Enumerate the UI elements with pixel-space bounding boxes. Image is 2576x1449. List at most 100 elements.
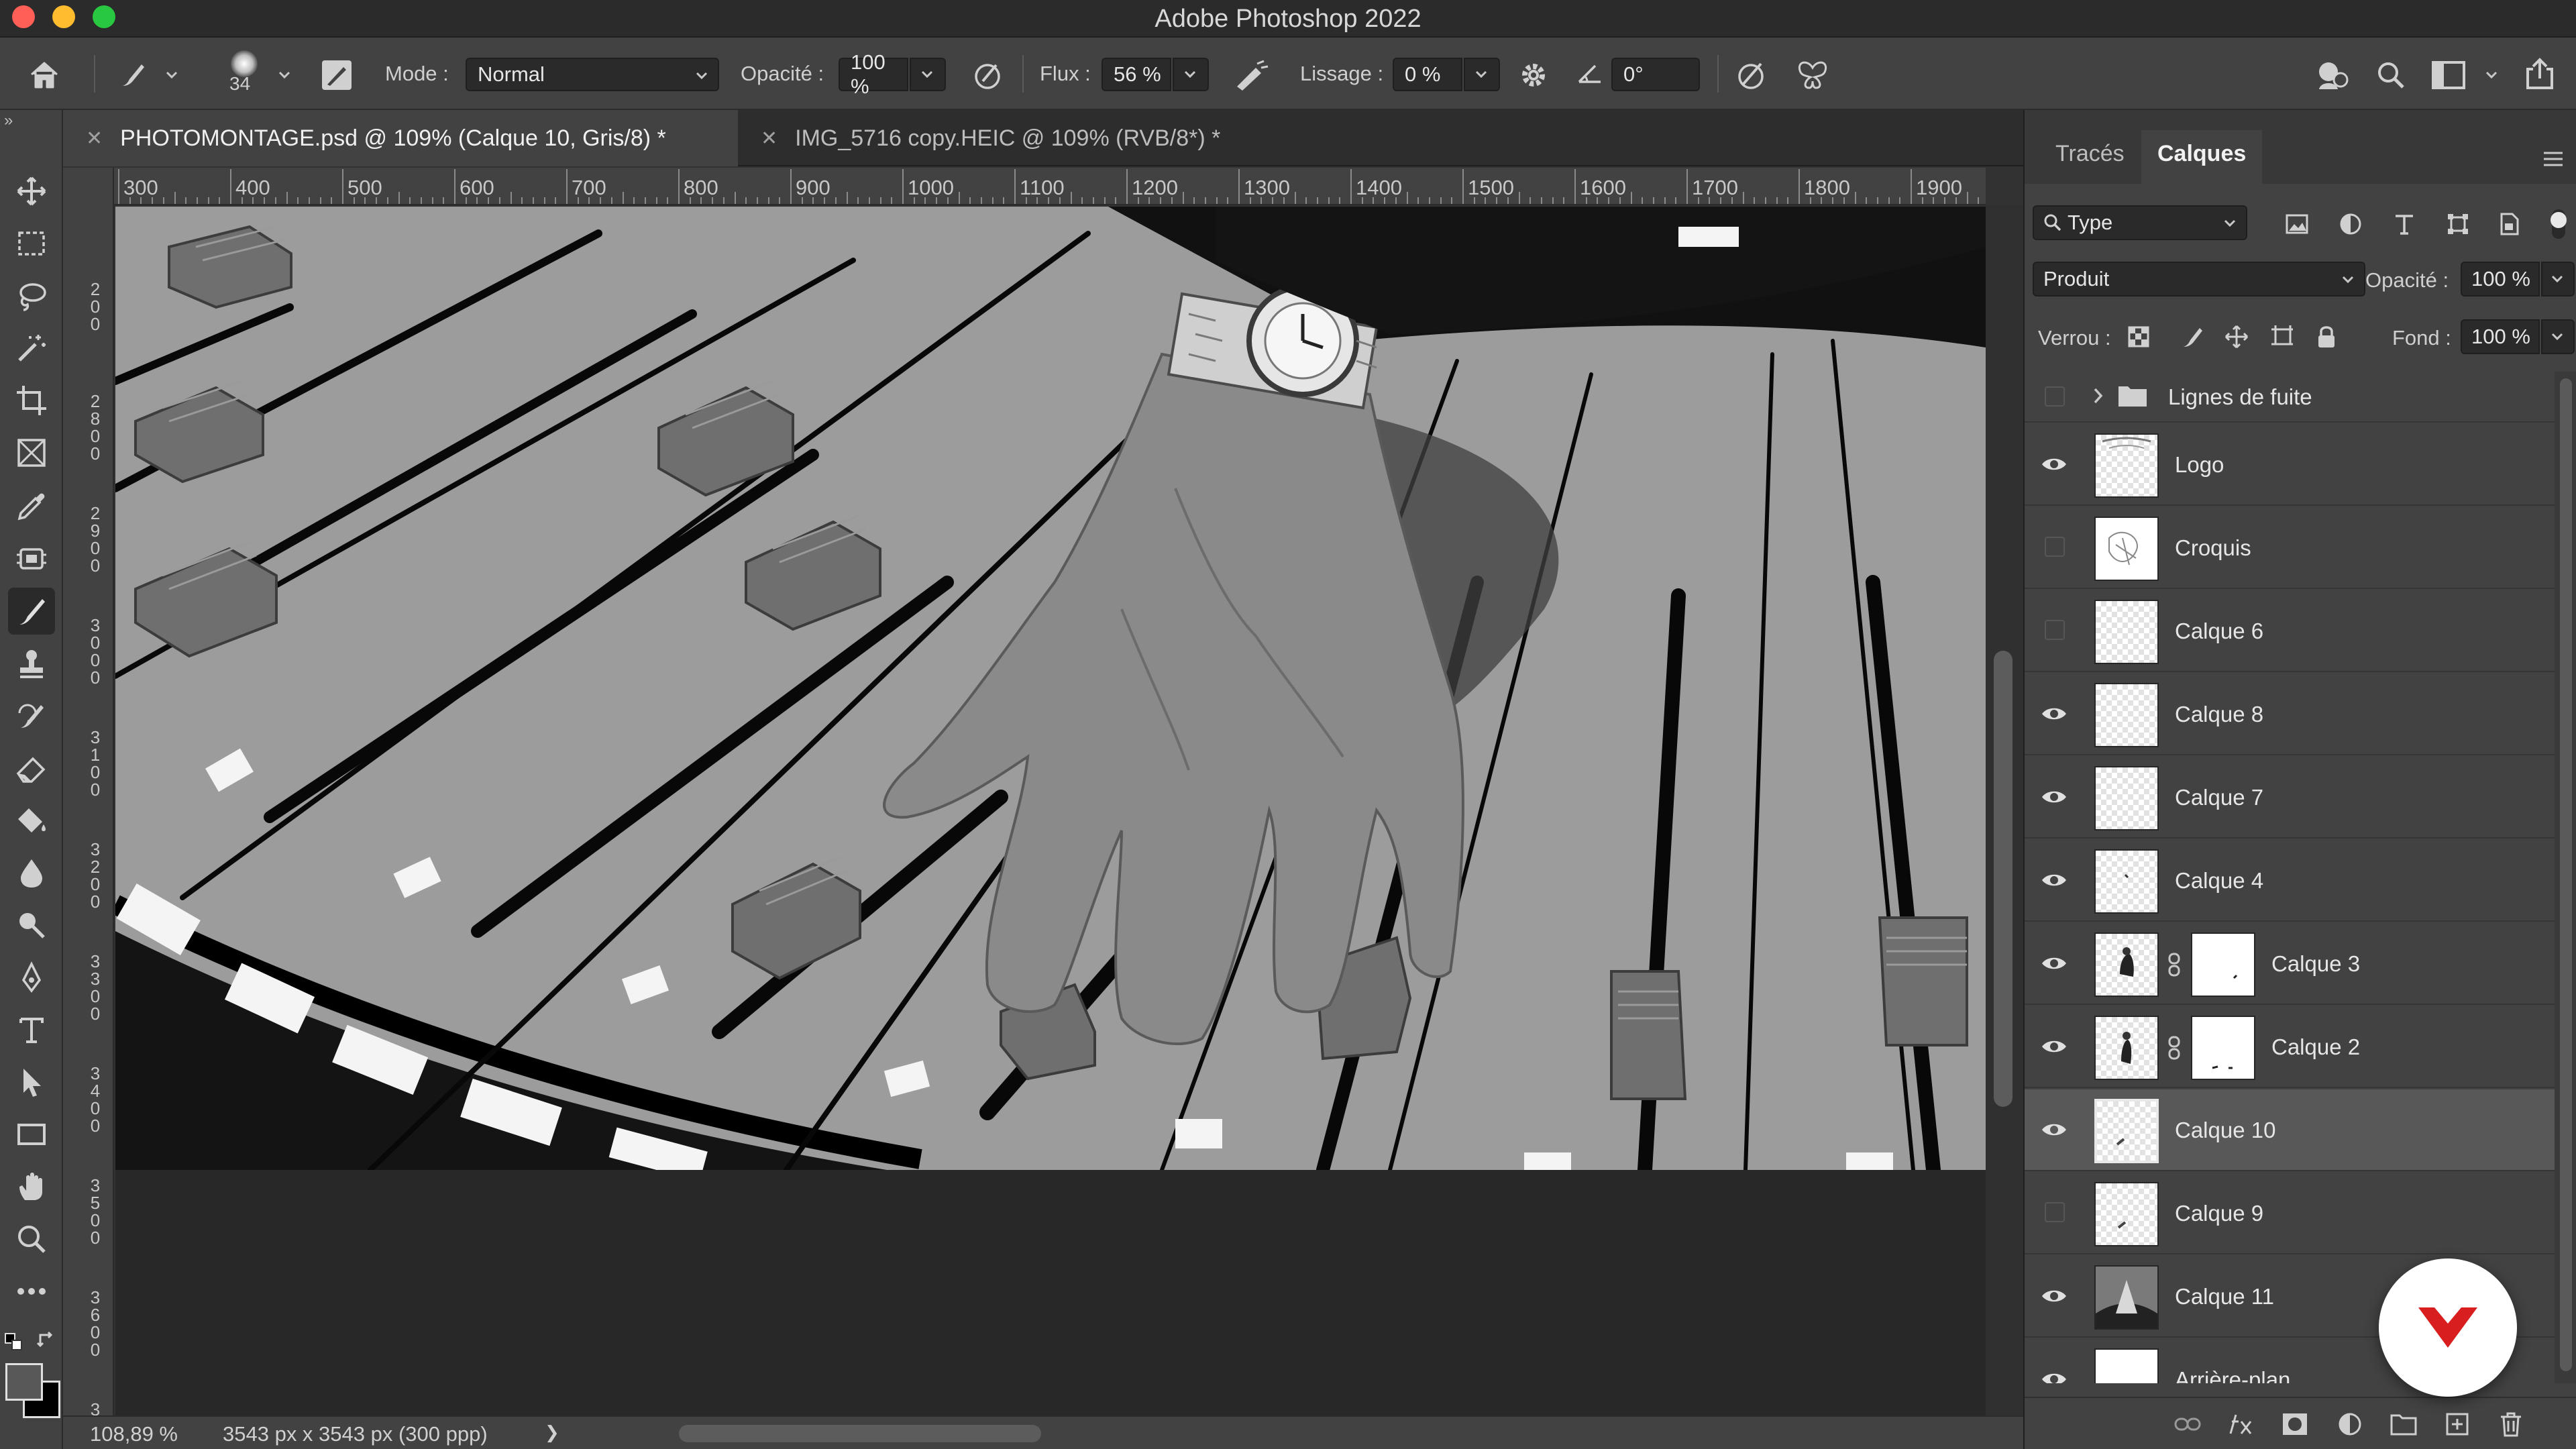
blend-mode-select[interactable]: Produit: [2033, 262, 2365, 297]
pen-icon[interactable]: [8, 954, 55, 1001]
layer-croquis[interactable]: Croquis: [2025, 507, 2555, 589]
link-chain-icon[interactable]: [2167, 953, 2182, 977]
layer-calque-6[interactable]: Calque 6: [2025, 590, 2555, 672]
layer-opacity-field[interactable]: 100 %: [2461, 262, 2540, 297]
lock-pixels-icon[interactable]: [2178, 322, 2207, 352]
link-chain-icon[interactable]: [2167, 1036, 2182, 1060]
opacity-field[interactable]: 100 %: [839, 50, 908, 98]
horizontal-scrollbar-thumb[interactable]: [679, 1425, 1041, 1442]
magic-wand-icon[interactable]: [8, 325, 55, 372]
lasso-icon[interactable]: [8, 272, 55, 319]
layer-opacity-dropdown[interactable]: [2541, 262, 2575, 297]
layer-filter-select[interactable]: Type: [2033, 205, 2247, 240]
smoothing-dropdown[interactable]: [1464, 58, 1500, 91]
brush-icon[interactable]: [8, 588, 55, 635]
delete-layer-trash-icon[interactable]: [2494, 1407, 2528, 1441]
ruler-horizontal[interactable]: 300 400 500 600 700 800 900 1000 1100 1200 1300 140…: [114, 168, 1986, 205]
chevron-down-icon[interactable]: [2485, 68, 2498, 82]
fill-dropdown[interactable]: [2541, 319, 2575, 354]
document-canvas[interactable]: [115, 207, 1986, 1170]
dodge-icon[interactable]: [8, 902, 55, 949]
brush-preset-icon[interactable]: [113, 58, 153, 91]
gear-icon[interactable]: [1515, 56, 1552, 94]
share-icon[interactable]: [2520, 55, 2560, 93]
layer-calque-9[interactable]: Calque 9: [2025, 1173, 2555, 1254]
layer-mask-thumbnail[interactable]: [2191, 932, 2255, 997]
brush-settings-panel-icon[interactable]: [318, 56, 356, 94]
layer-calque-2[interactable]: Calque 2: [2025, 1006, 2555, 1088]
tab-photomontage[interactable]: ✕ PHOTOMONTAGE.psd @ 109% (Calque 10, Gr…: [63, 110, 738, 166]
chevron-down-icon[interactable]: [165, 68, 178, 82]
visibility-toggle[interactable]: [2045, 1202, 2065, 1222]
home-icon[interactable]: [25, 56, 63, 94]
eye-icon[interactable]: [2039, 865, 2069, 895]
filter-adjustment-icon[interactable]: [2336, 209, 2365, 239]
blur-icon[interactable]: [8, 849, 55, 896]
frame-icon[interactable]: [8, 429, 55, 476]
tab-img-5716[interactable]: ✕ IMG_5716 copy.HEIC @ 109% (RVB/8*) *: [738, 110, 1328, 166]
angle-field[interactable]: 0°: [1611, 58, 1700, 91]
move-icon[interactable]: [8, 168, 55, 215]
stamp-icon[interactable]: [8, 640, 55, 687]
eyedropper-icon[interactable]: [8, 483, 55, 530]
visibility-toggle[interactable]: [2045, 386, 2065, 407]
symmetry-butterfly-icon[interactable]: [1792, 56, 1833, 94]
vertical-scrollbar-thumb[interactable]: [1994, 651, 2012, 1107]
hand-icon[interactable]: [8, 1163, 55, 1210]
layer-style-fx-icon[interactable]: [2224, 1407, 2258, 1441]
layers-scrollbar[interactable]: [2555, 372, 2576, 1383]
layer-mask-thumbnail[interactable]: [2191, 1016, 2255, 1080]
eye-icon[interactable]: [2039, 449, 2069, 479]
layer-logo[interactable]: Logo: [2025, 424, 2555, 506]
layers-scrollbar-thumb[interactable]: [2560, 378, 2572, 1371]
close-tab-icon[interactable]: ✕: [761, 127, 777, 150]
chevron-down-icon[interactable]: [278, 68, 291, 82]
ruler-vertical[interactable]: 2 0 0 2 8 0 0 2 9 0 0 3 0 0 0 3 1 0 0 3 2 0 0…: [63, 168, 114, 1415]
visibility-toggle[interactable]: [2045, 620, 2065, 640]
document-info[interactable]: 3543 px x 3543 px (300 ppp): [223, 1422, 488, 1446]
workspace-icon[interactable]: [2428, 56, 2469, 94]
default-colors-icon[interactable]: [4, 1332, 24, 1352]
tab-calques[interactable]: Calques: [2141, 130, 2263, 184]
visibility-toggle[interactable]: [2045, 537, 2065, 557]
add-mask-icon[interactable]: [2278, 1407, 2312, 1441]
eye-icon[interactable]: [2039, 1032, 2069, 1061]
eye-icon[interactable]: [2039, 1281, 2069, 1311]
lock-position-icon[interactable]: [2222, 322, 2251, 352]
new-adjustment-icon[interactable]: [2333, 1407, 2367, 1441]
eye-icon[interactable]: [2039, 699, 2069, 729]
opacity-dropdown[interactable]: [910, 58, 946, 91]
filter-pixel-icon[interactable]: [2282, 209, 2312, 239]
filter-type-icon[interactable]: [2390, 209, 2419, 239]
flow-dropdown[interactable]: [1173, 58, 1209, 91]
layer-calque-10[interactable]: Calque 10: [2025, 1089, 2555, 1171]
eraser-icon[interactable]: [8, 745, 55, 792]
history-brush-icon[interactable]: [8, 692, 55, 739]
smoothing-field[interactable]: 0 %: [1393, 58, 1462, 91]
layer-calque-3[interactable]: Calque 3: [2025, 923, 2555, 1005]
patch-icon[interactable]: [8, 535, 55, 582]
swap-colors-icon[interactable]: [36, 1330, 56, 1350]
more-tools-icon[interactable]: [8, 1268, 55, 1315]
pressure-size-icon[interactable]: [1731, 56, 1771, 94]
foreground-color-swatch[interactable]: [5, 1363, 43, 1401]
marquee-icon[interactable]: [8, 220, 55, 267]
layer-calque-4[interactable]: Calque 4: [2025, 840, 2555, 922]
lock-artboard-icon[interactable]: [2267, 322, 2297, 352]
close-tab-icon[interactable]: ✕: [86, 127, 103, 150]
chevron-right-icon[interactable]: [2092, 384, 2105, 408]
layer-group-lignes-de-fuite[interactable]: Lignes de fuite: [2025, 372, 2555, 423]
type-icon[interactable]: [8, 1006, 55, 1053]
eye-icon[interactable]: [2039, 949, 2069, 978]
lock-all-icon[interactable]: [2312, 322, 2341, 352]
panel-menu-icon[interactable]: [2542, 150, 2564, 168]
link-layers-icon[interactable]: [2171, 1407, 2204, 1441]
pressure-opacity-icon[interactable]: [969, 56, 1006, 94]
eye-icon[interactable]: [2039, 782, 2069, 812]
vertical-scrollbar[interactable]: [1986, 205, 2023, 1415]
status-menu-arrow-icon[interactable]: ❯: [545, 1422, 559, 1443]
layer-calque-8[interactable]: Calque 8: [2025, 674, 2555, 755]
filter-toggle-switch[interactable]: [2544, 209, 2573, 239]
search-icon[interactable]: [2372, 56, 2410, 94]
paint-bucket-icon[interactable]: [8, 797, 55, 844]
